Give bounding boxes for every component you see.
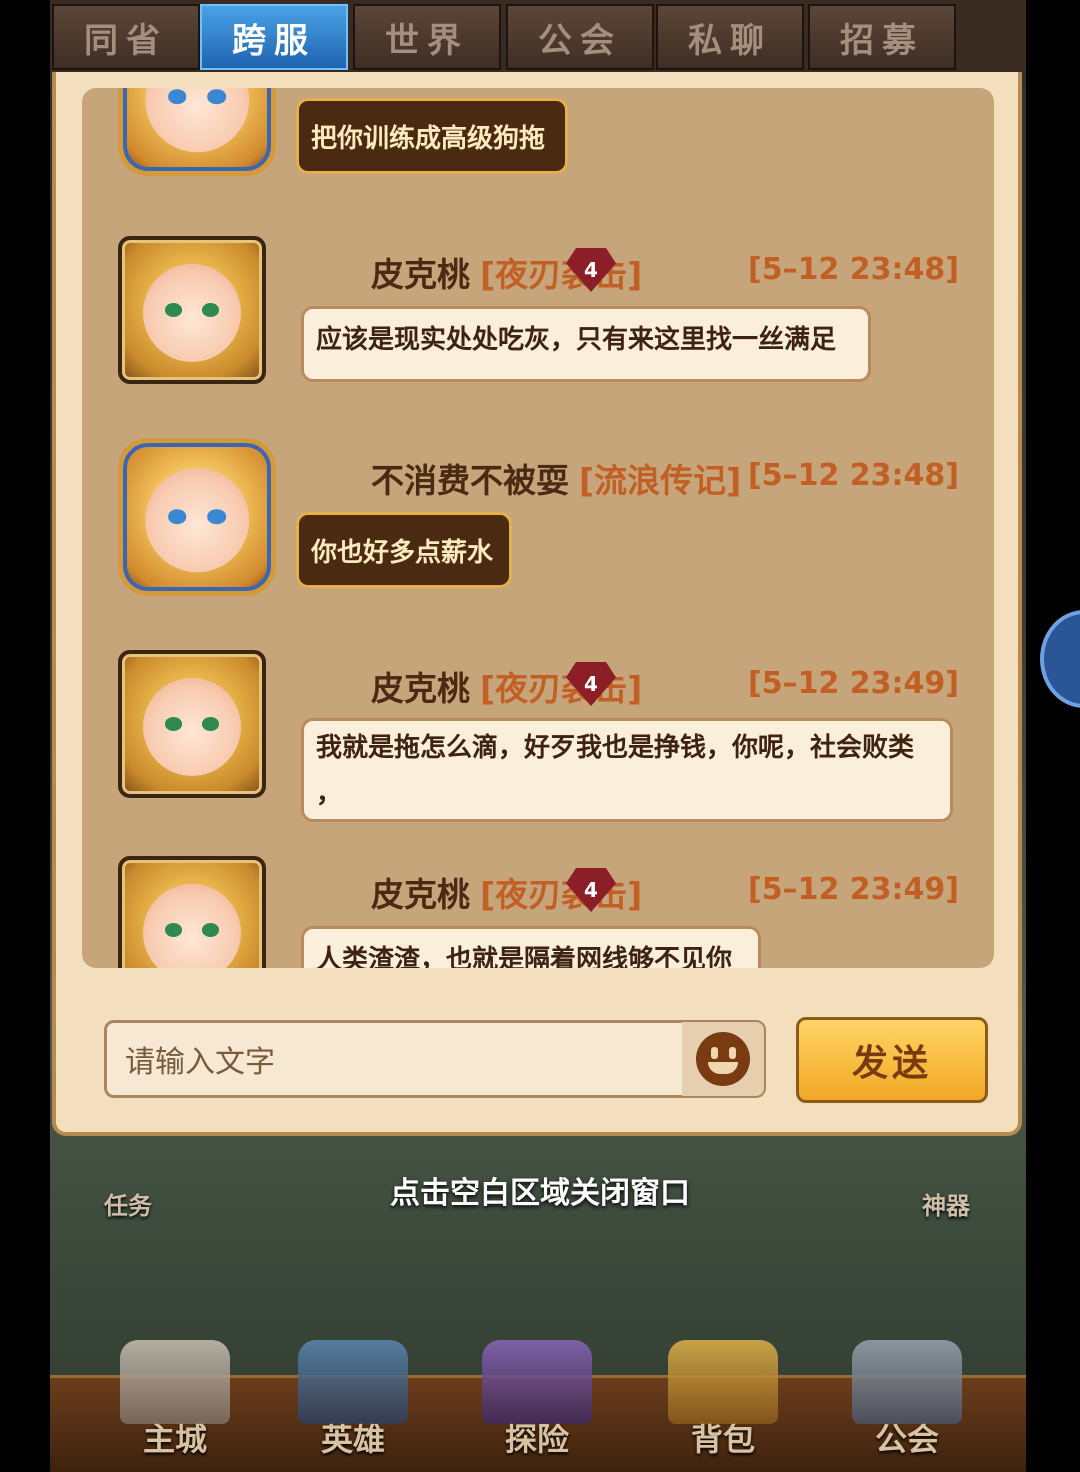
tab-private[interactable]: 私聊 bbox=[656, 4, 804, 70]
portal-icon bbox=[482, 1340, 592, 1424]
message-bubble: 把你训练成高级狗拖 bbox=[296, 98, 568, 174]
nav-guild[interactable]: 公会 bbox=[832, 1340, 982, 1460]
message-time: [5–12 23:49] bbox=[748, 666, 959, 701]
hero-icon bbox=[298, 1340, 408, 1424]
message-time: [5–12 23:48] bbox=[748, 252, 959, 287]
message-bubble: 你也好多点薪水 bbox=[296, 512, 512, 588]
player-avatar[interactable] bbox=[118, 650, 266, 798]
message-time: [5–12 23:49] bbox=[748, 872, 959, 907]
message-time: [5–12 23:48] bbox=[748, 458, 959, 493]
tab-recruit[interactable]: 招募 bbox=[808, 4, 956, 70]
emoji-button[interactable] bbox=[682, 1022, 764, 1096]
side-artifact-button[interactable]: 神器 bbox=[922, 1186, 970, 1221]
player-avatar[interactable] bbox=[118, 438, 276, 596]
message-bubble: 人类渣渣，也就是隔着网线够不见你 bbox=[301, 926, 761, 968]
chat-tab-bar: 同省 跨服 世界 公会 私聊 招募 bbox=[50, 0, 1026, 72]
player-name[interactable]: 不消费不被耍 [流浪传记] bbox=[371, 454, 741, 502]
player-avatar[interactable] bbox=[118, 88, 276, 176]
chat-input[interactable]: 请输入文字 bbox=[104, 1020, 766, 1098]
floating-side-button[interactable] bbox=[1040, 610, 1080, 708]
tab-guild[interactable]: 公会 bbox=[506, 4, 654, 70]
nav-heroes[interactable]: 英雄 bbox=[278, 1340, 428, 1460]
side-quest-button[interactable]: 任务 bbox=[104, 1186, 152, 1221]
nav-backpack[interactable]: 背包 bbox=[648, 1340, 798, 1460]
message-bubble: 我就是拖怎么滴，好歹我也是挣钱，你呢，社会败类 ， bbox=[301, 718, 953, 822]
nav-explore[interactable]: 探险 bbox=[462, 1340, 612, 1460]
guild-tower-icon bbox=[852, 1340, 962, 1424]
chat-message-list[interactable]: 把你训练成高级狗拖 皮克桃 [夜刃袭击] 4 [5–12 23:48] 应该是现实… bbox=[82, 88, 994, 968]
player-avatar[interactable] bbox=[118, 856, 266, 968]
tab-province[interactable]: 同省 bbox=[52, 4, 200, 70]
tab-cross-server[interactable]: 跨服 bbox=[200, 4, 348, 70]
close-hint: 点击空白区域关闭窗口 bbox=[390, 1176, 690, 1211]
player-avatar[interactable] bbox=[118, 236, 266, 384]
send-button[interactable]: 发送 bbox=[796, 1017, 988, 1103]
castle-icon bbox=[120, 1340, 230, 1424]
message-bubble: 应该是现实处处吃灰，只有来这里找一丝满足 bbox=[301, 306, 871, 382]
nav-main-city[interactable]: 主城 bbox=[100, 1340, 250, 1460]
smiley-icon bbox=[696, 1032, 750, 1086]
tab-world[interactable]: 世界 bbox=[353, 4, 501, 70]
backpack-icon bbox=[668, 1340, 778, 1424]
